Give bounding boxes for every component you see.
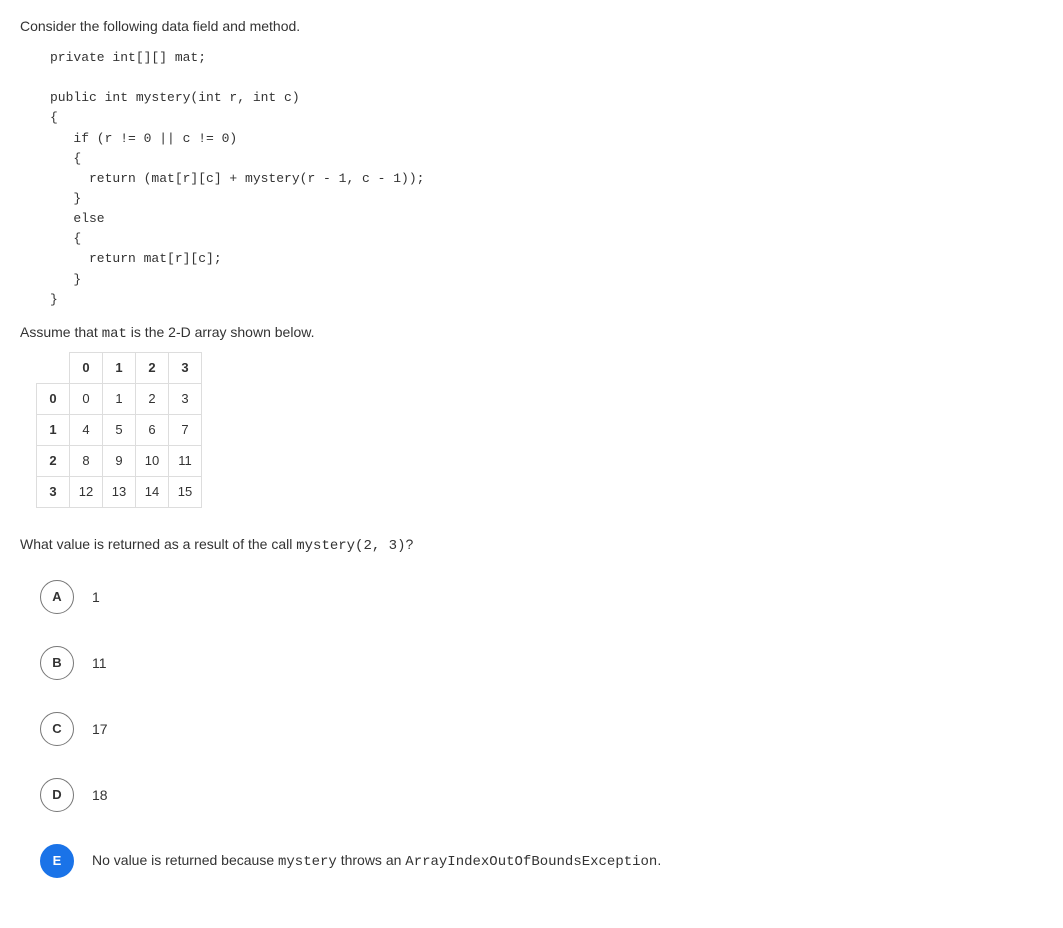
choice-e-pre: No value is returned because xyxy=(92,852,278,868)
col-header: 3 xyxy=(169,352,202,383)
choice-text: 17 xyxy=(92,721,108,737)
cell: 4 xyxy=(70,414,103,445)
choice-text: 11 xyxy=(92,655,107,671)
cell: 0 xyxy=(70,383,103,414)
choice-text: 1 xyxy=(92,589,100,605)
question-prompt: What value is returned as a result of th… xyxy=(20,536,1043,554)
cell: 7 xyxy=(169,414,202,445)
choice-e-post: . xyxy=(657,852,661,868)
cell: 13 xyxy=(103,476,136,507)
cell: 10 xyxy=(136,445,169,476)
choice-letter: A xyxy=(40,580,74,614)
choice-d[interactable]: D 18 xyxy=(40,778,1043,812)
cell: 9 xyxy=(103,445,136,476)
choice-e[interactable]: E No value is returned because mystery t… xyxy=(40,844,1043,878)
assume-code: mat xyxy=(102,326,127,342)
col-header: 1 xyxy=(103,352,136,383)
cell: 11 xyxy=(169,445,202,476)
prompt-post: ? xyxy=(405,536,413,552)
table-header-row: 0 1 2 3 xyxy=(37,352,202,383)
cell: 3 xyxy=(169,383,202,414)
choices-list: A 1 B 11 C 17 D 18 E No value is returne… xyxy=(40,580,1043,878)
cell: 1 xyxy=(103,383,136,414)
question-intro: Consider the following data field and me… xyxy=(20,18,1043,34)
col-header: 0 xyxy=(70,352,103,383)
prompt-pre: What value is returned as a result of th… xyxy=(20,536,296,552)
choice-text: 18 xyxy=(92,787,108,803)
choice-letter: E xyxy=(40,844,74,878)
row-header: 0 xyxy=(37,383,70,414)
choice-letter: D xyxy=(40,778,74,812)
choice-b[interactable]: B 11 xyxy=(40,646,1043,680)
matrix-table: 0 1 2 3 0 0 1 2 3 1 4 5 6 7 2 8 9 10 11 … xyxy=(36,352,202,508)
assume-text: Assume that mat is the 2-D array shown b… xyxy=(20,324,1043,342)
assume-post: is the 2-D array shown below. xyxy=(127,324,315,340)
prompt-code: mystery(2, 3) xyxy=(296,538,405,554)
choice-e-mid: throws an xyxy=(337,852,405,868)
choice-letter: C xyxy=(40,712,74,746)
row-header: 3 xyxy=(37,476,70,507)
choice-text: No value is returned because mystery thr… xyxy=(92,852,661,870)
choice-a[interactable]: A 1 xyxy=(40,580,1043,614)
cell: 5 xyxy=(103,414,136,445)
cell: 8 xyxy=(70,445,103,476)
choice-e-code1: mystery xyxy=(278,854,337,870)
table-row: 3 12 13 14 15 xyxy=(37,476,202,507)
choice-c[interactable]: C 17 xyxy=(40,712,1043,746)
assume-pre: Assume that xyxy=(20,324,102,340)
cell: 2 xyxy=(136,383,169,414)
table-row: 2 8 9 10 11 xyxy=(37,445,202,476)
table-corner xyxy=(37,352,70,383)
code-block: private int[][] mat; public int mystery(… xyxy=(50,48,1043,310)
cell: 14 xyxy=(136,476,169,507)
choice-e-code2: ArrayIndexOutOfBoundsException xyxy=(405,854,657,870)
cell: 6 xyxy=(136,414,169,445)
choice-letter: B xyxy=(40,646,74,680)
row-header: 1 xyxy=(37,414,70,445)
row-header: 2 xyxy=(37,445,70,476)
table-row: 1 4 5 6 7 xyxy=(37,414,202,445)
table-row: 0 0 1 2 3 xyxy=(37,383,202,414)
cell: 12 xyxy=(70,476,103,507)
col-header: 2 xyxy=(136,352,169,383)
cell: 15 xyxy=(169,476,202,507)
